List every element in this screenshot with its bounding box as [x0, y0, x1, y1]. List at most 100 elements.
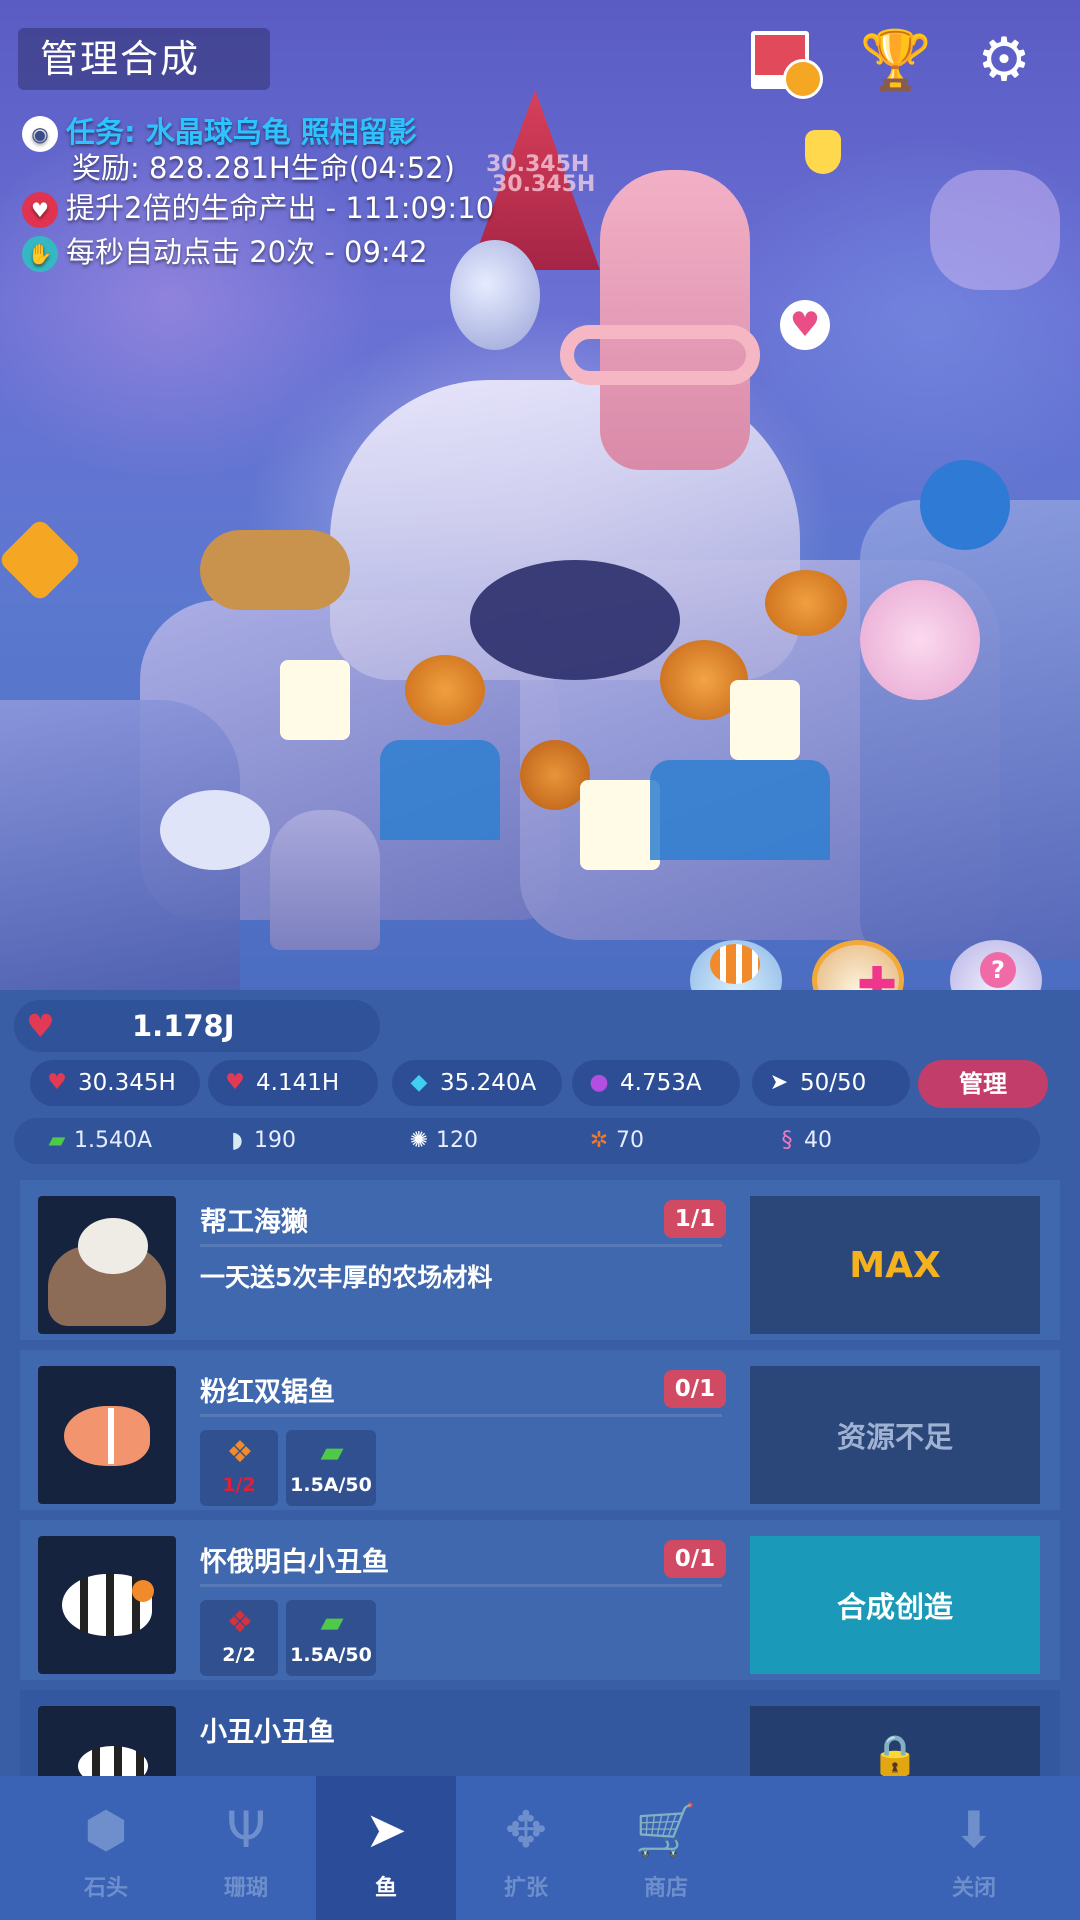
- material-value: 1.540A: [74, 1128, 153, 1153]
- resource-value: 50/50: [800, 1070, 867, 1096]
- creature-description: 一天送5次丰厚的农场材料: [200, 1263, 493, 1292]
- tab-coral[interactable]: Ψ 珊瑚: [176, 1776, 316, 1920]
- insufficient-resources-button[interactable]: 资源不足: [750, 1366, 1040, 1504]
- requirement-value: 1.5A/50: [290, 1644, 372, 1666]
- floating-life-text-2: 30.345H: [492, 172, 596, 197]
- auto-tap-row: ✋ 每秒自动点击 20次 - 09:42: [22, 232, 428, 272]
- creature-count-badge: 1/1: [664, 1200, 726, 1238]
- urchin-icon: ✺: [409, 1128, 429, 1153]
- manage-button[interactable]: 管理: [918, 1060, 1048, 1108]
- blue-clam: [920, 460, 1010, 550]
- tab-label: 鱼: [374, 1876, 397, 1901]
- crab-icon: ✲: [589, 1128, 609, 1153]
- pearl-icon: ●: [589, 1070, 609, 1095]
- orange-fish-left[interactable]: [0, 517, 83, 603]
- resource-timed-life[interactable]: ♥ 4.141H: [208, 1060, 378, 1106]
- requirement-seaweed: ▰ 1.5A/50: [286, 1600, 376, 1676]
- stone-icon: ⬢: [84, 1801, 128, 1859]
- material-seahorse: § 40: [760, 1118, 880, 1164]
- tab-label: 珊瑚: [223, 1876, 268, 1901]
- statue-figure: [270, 810, 380, 950]
- requirement-fish: ❖ 1/2: [200, 1430, 278, 1506]
- creature-name: 怀俄明白小丑鱼: [200, 1547, 389, 1578]
- close-down-icon: ⬇: [953, 1801, 995, 1859]
- urchin-pink: [860, 580, 980, 700]
- settings-button[interactable]: ⚙: [966, 22, 1042, 98]
- heart-timer-icon: ♥: [225, 1070, 245, 1095]
- locked-button[interactable]: 🔒: [750, 1706, 1040, 1776]
- seaweed-icon: ▰: [320, 1435, 344, 1470]
- creature-count-badge: 0/1: [664, 1370, 726, 1408]
- requirement-seaweed: ▰ 1.5A/50: [286, 1430, 376, 1506]
- quest-reward: 奖励: 828.281H生命(04:52): [72, 151, 455, 185]
- resource-diamond[interactable]: ◆ 35.240A: [392, 1060, 562, 1106]
- material-urchin: ✺ 120: [392, 1118, 512, 1164]
- tab-label: 关闭: [951, 1876, 996, 1901]
- camera-icon: ◉: [22, 116, 58, 152]
- tab-shop[interactable]: 🛒 商店: [596, 1776, 736, 1920]
- tab-fish[interactable]: ➤ 鱼: [316, 1776, 456, 1920]
- auto-tap-text: 每秒自动点击 20次 - 09:42: [66, 235, 428, 269]
- cat-bubble: [450, 240, 540, 350]
- creature-count-badge: 0/1: [664, 1540, 726, 1578]
- clown-clownfish-thumbnail: [38, 1706, 176, 1776]
- pumpkin-2: [765, 570, 847, 636]
- seahorse-icon: §: [781, 1128, 793, 1153]
- creature-card-wyoming-clownfish: 怀俄明白小丑鱼 0/1 ❖ 2/2 ▰ 1.5A/50 合成创造: [20, 1520, 1060, 1680]
- fish-icon: ➤: [365, 1801, 407, 1859]
- material-crab: ✲ 70: [572, 1118, 692, 1164]
- quest-task[interactable]: ◉ 任务: 水晶球乌龟 照相留影: [22, 112, 417, 152]
- tab-close[interactable]: ⬇ 关闭: [904, 1776, 1044, 1920]
- seaweed-icon: ▰: [48, 1128, 66, 1153]
- question-icon: ?: [980, 952, 1016, 988]
- resource-pearl[interactable]: ● 4.753A: [572, 1060, 740, 1106]
- otter-thumbnail: [38, 1196, 176, 1334]
- requirement-fish: ❖ 2/2: [200, 1600, 278, 1676]
- fish-icon: ➤: [769, 1070, 789, 1095]
- divider: [200, 1584, 722, 1587]
- page-title: 管理合成: [18, 28, 270, 90]
- material-value: 70: [616, 1128, 644, 1153]
- tab-stone[interactable]: ⬢ 石头: [36, 1776, 176, 1920]
- corgi-figure: [200, 530, 350, 610]
- expand-icon: ✥: [505, 1801, 547, 1859]
- candles-right: [730, 680, 800, 760]
- heart-bubble[interactable]: ♥: [780, 300, 830, 350]
- shelf-coral-right: [930, 170, 1060, 290]
- divider: [200, 1414, 722, 1417]
- album-button[interactable]: [742, 22, 823, 99]
- craft-create-button[interactable]: 合成创造: [750, 1536, 1040, 1674]
- requirement-value: 2/2: [222, 1644, 256, 1666]
- gear-icon: ⚙: [977, 25, 1031, 95]
- blue-coral-1: [380, 740, 500, 840]
- blue-coral-2: [650, 760, 830, 860]
- wyoming-clownfish-thumbnail: [38, 1536, 176, 1674]
- diamond-icon: ◆: [410, 1070, 428, 1095]
- life-total-value: 1.178J: [132, 1009, 235, 1043]
- boost-life-row: ♥ 提升2倍的生命产出 - 111:09:10: [22, 188, 494, 228]
- quest-task-text: 任务: 水晶球乌龟 照相留影: [66, 115, 417, 149]
- creature-card-clown-clownfish: 小丑小丑鱼 🔒: [20, 1690, 1060, 1776]
- resource-fish-count[interactable]: ➤ 50/50: [752, 1060, 910, 1106]
- coral-icon: Ψ: [226, 1801, 266, 1859]
- photo-album-icon: [751, 31, 823, 99]
- life-total-row: ♥ 1.178J: [14, 1000, 380, 1052]
- creature-name: 帮工海獭: [200, 1207, 308, 1238]
- tab-label: 扩张: [503, 1876, 548, 1901]
- trophy-button[interactable]: 🏆: [858, 22, 934, 98]
- material-seaweed: ▰ 1.540A: [30, 1118, 200, 1164]
- seaweed-icon: ▰: [320, 1605, 344, 1640]
- tab-expand[interactable]: ✥ 扩张: [456, 1776, 596, 1920]
- tab-label: 商店: [643, 1876, 688, 1901]
- swim-ring: [560, 325, 760, 385]
- max-button[interactable]: MAX: [750, 1196, 1040, 1334]
- creature-card-pink-anemonefish: 粉红双锯鱼 0/1 ❖ 1/2 ▰ 1.5A/50 资源不足: [20, 1350, 1060, 1510]
- material-value: 120: [436, 1128, 478, 1153]
- lantern-jellyfish[interactable]: [805, 130, 841, 174]
- resource-tap-life[interactable]: ♥ 30.345H: [30, 1060, 200, 1106]
- pink-seal-figure: [600, 170, 750, 470]
- requirement-value: 1.5A/50: [290, 1474, 372, 1496]
- tab-label: 石头: [83, 1876, 128, 1901]
- candles-left: [280, 660, 350, 740]
- material-value: 190: [254, 1128, 296, 1153]
